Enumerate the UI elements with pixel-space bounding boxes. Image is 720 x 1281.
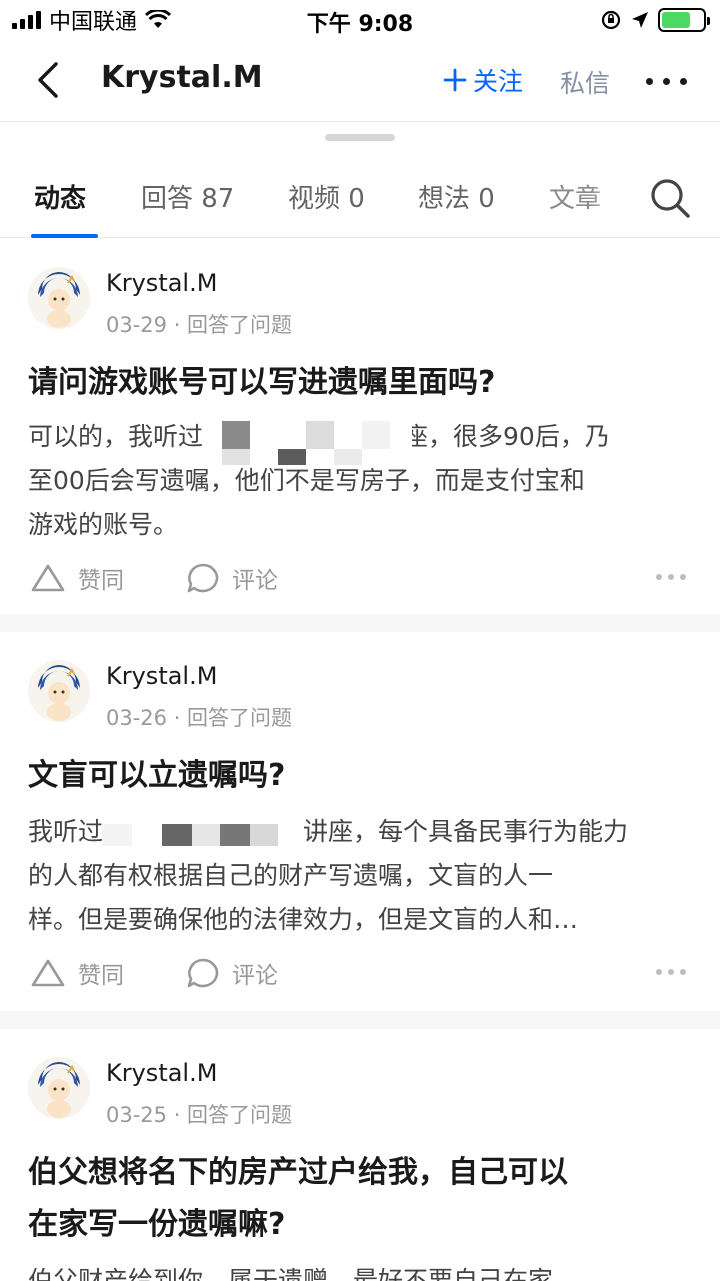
title-line: 在家写一份遗嘱嘛? [28,1207,286,1242]
avatar-image [28,267,90,329]
tab-answers[interactable]: 回答 87 [141,178,234,215]
question-title[interactable]: 伯父想将名下的房产过户给我，自己可以 在家写一份遗嘱嘛? [28,1147,692,1251]
item-more-icon[interactable] [656,574,686,580]
status-bar: 中国联通 下午 9:08 [0,0,720,40]
avatar[interactable] [28,660,90,722]
excerpt-line: 伯父财产给到你，属于遗赠，最好不要自己在家 [28,1266,554,1281]
post-meta: 03-29 · 回答了问题 [106,313,293,337]
action-bar: 赞同 评论 [30,952,690,992]
excerpt-line: 的人都有权根据自己的财产写遗嘱，文盲的人一 [28,861,554,890]
excerpt-line: 游戏的账号。 [28,510,179,539]
feed-divider [0,1011,720,1029]
post-meta: 03-26 · 回答了问题 [106,706,293,730]
redaction-mosaic [102,820,282,850]
drag-handle[interactable] [325,134,395,141]
upvote-triangle-icon [31,564,65,592]
action-bar: 赞同 评论 [30,557,690,597]
feed-divider [0,614,720,632]
comment-button[interactable]: 评论 [186,956,278,990]
avatar-image [28,660,90,722]
upvote-button[interactable]: 赞同 [30,956,124,990]
tab-activity[interactable]: 动态 [34,178,86,215]
rotation-lock-icon [601,10,621,30]
battery-icon [658,8,710,32]
tab-thoughts[interactable]: 想法 0 [418,178,495,215]
feed-item[interactable]: Krystal.M 03-26 · 回答了问题 文盲可以立遗嘱吗? 我听过 讲座… [0,632,720,1010]
comment-button[interactable]: 评论 [186,561,278,595]
question-title[interactable]: 文盲可以立遗嘱吗? [28,750,692,802]
follow-label: 关注 [473,67,524,96]
upvote-label: 赞同 [78,963,124,989]
tab-fade [590,160,630,236]
author-name[interactable]: Krystal.M [106,269,217,297]
profile-name-title: Krystal.M [101,60,263,95]
location-icon [632,12,648,28]
item-more-icon[interactable] [656,969,686,975]
title-line: 伯父想将名下的房产过户给我，自己可以 [28,1155,568,1190]
question-title[interactable]: 请问游戏账号可以写进遗嘱里面吗? [28,357,692,409]
status-right [600,8,710,32]
profile-tabs: 动态 回答 87 视频 0 想法 0 文章 [0,160,720,238]
feed-item[interactable]: Krystal.M 03-25 · 回答了问题 伯父想将名下的房产过户给我，自己… [0,1029,720,1281]
post-meta: 03-25 · 回答了问题 [106,1103,293,1127]
comment-bubble-icon [187,563,219,593]
tab-videos[interactable]: 视频 0 [288,178,365,215]
follow-button[interactable]: 关注 [443,62,523,98]
answer-excerpt[interactable]: 伯父财产给到你，属于遗赠，最好不要自己在家 [28,1259,692,1281]
excerpt-line: 样。但是要确保他的法律效力，但是文盲的人和… [28,905,579,934]
message-button[interactable]: 私信 [560,64,610,100]
upvote-label: 赞同 [78,568,124,594]
comment-bubble-icon [187,958,219,988]
comment-label: 评论 [232,963,278,989]
search-icon[interactable] [648,176,692,220]
upvote-triangle-icon [31,959,65,987]
avatar[interactable] [28,267,90,329]
comment-label: 评论 [232,568,278,594]
profile-nav-bar: Krystal.M 关注 私信 [0,40,720,122]
upvote-button[interactable]: 赞同 [30,561,124,595]
avatar[interactable] [28,1057,90,1119]
redaction-mosaic [212,419,412,467]
feed-item[interactable]: Krystal.M 03-29 · 回答了问题 请问游戏账号可以写进遗嘱里面吗?… [0,239,720,614]
back-arrow-icon[interactable] [30,58,70,102]
more-options-icon[interactable] [646,78,687,85]
active-tab-indicator [31,234,98,238]
author-name[interactable]: Krystal.M [106,662,217,690]
author-name[interactable]: Krystal.M [106,1059,217,1087]
avatar-image [28,1057,90,1119]
plus-icon [443,68,467,92]
